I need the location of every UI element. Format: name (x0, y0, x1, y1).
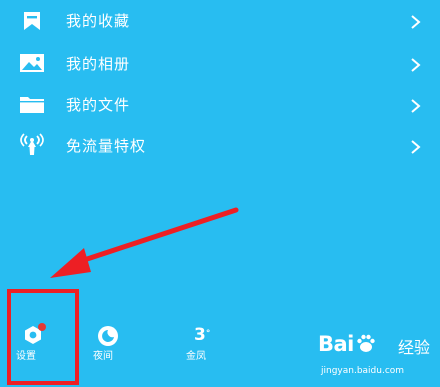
menu-item-album[interactable]: 我的相册 (0, 42, 440, 84)
weather-location-label: 金凤 (186, 351, 206, 362)
night-mode-label: 夜间 (93, 351, 113, 362)
menu-item-files[interactable]: 我的文件 (0, 84, 440, 126)
chevron-right-icon (410, 57, 422, 72)
bookmark-icon (17, 8, 47, 34)
chevron-right-icon (410, 14, 422, 29)
weather-button[interactable]: 3° 金凤 (180, 318, 224, 364)
menu-item-label: 我的收藏 (66, 12, 131, 30)
watermark-brand-tail: 经验 (398, 338, 431, 357)
menu-list: 我的收藏 我的相册 我的文件 免流量特权 (0, 0, 440, 170)
settings-button[interactable]: 设置 (12, 318, 52, 364)
menu-item-label: 我的文件 (66, 96, 131, 114)
paw-icon (355, 332, 377, 359)
watermark-brand: Bai (318, 332, 377, 359)
watermark-url: jingyan.baidu.com (321, 366, 405, 376)
menu-item-free-data[interactable]: 免流量特权 (0, 126, 440, 168)
moon-icon (96, 324, 120, 348)
settings-label: 设置 (16, 351, 36, 362)
photo-album-icon (17, 50, 47, 76)
menu-item-label: 我的相册 (66, 55, 131, 73)
weather-temperature: 3° (194, 325, 211, 345)
baidu-jingyan-watermark: Bai 经验 jingyan.baidu.com (318, 332, 436, 382)
folder-icon (17, 91, 47, 117)
settings-gear-icon (20, 322, 46, 348)
chevron-right-icon (410, 139, 422, 154)
menu-item-favorites[interactable]: 我的收藏 (0, 0, 440, 42)
antenna-icon (17, 133, 47, 159)
night-mode-button[interactable]: 夜间 (90, 318, 130, 364)
menu-item-label: 免流量特权 (66, 137, 147, 155)
chevron-right-icon (410, 98, 422, 113)
